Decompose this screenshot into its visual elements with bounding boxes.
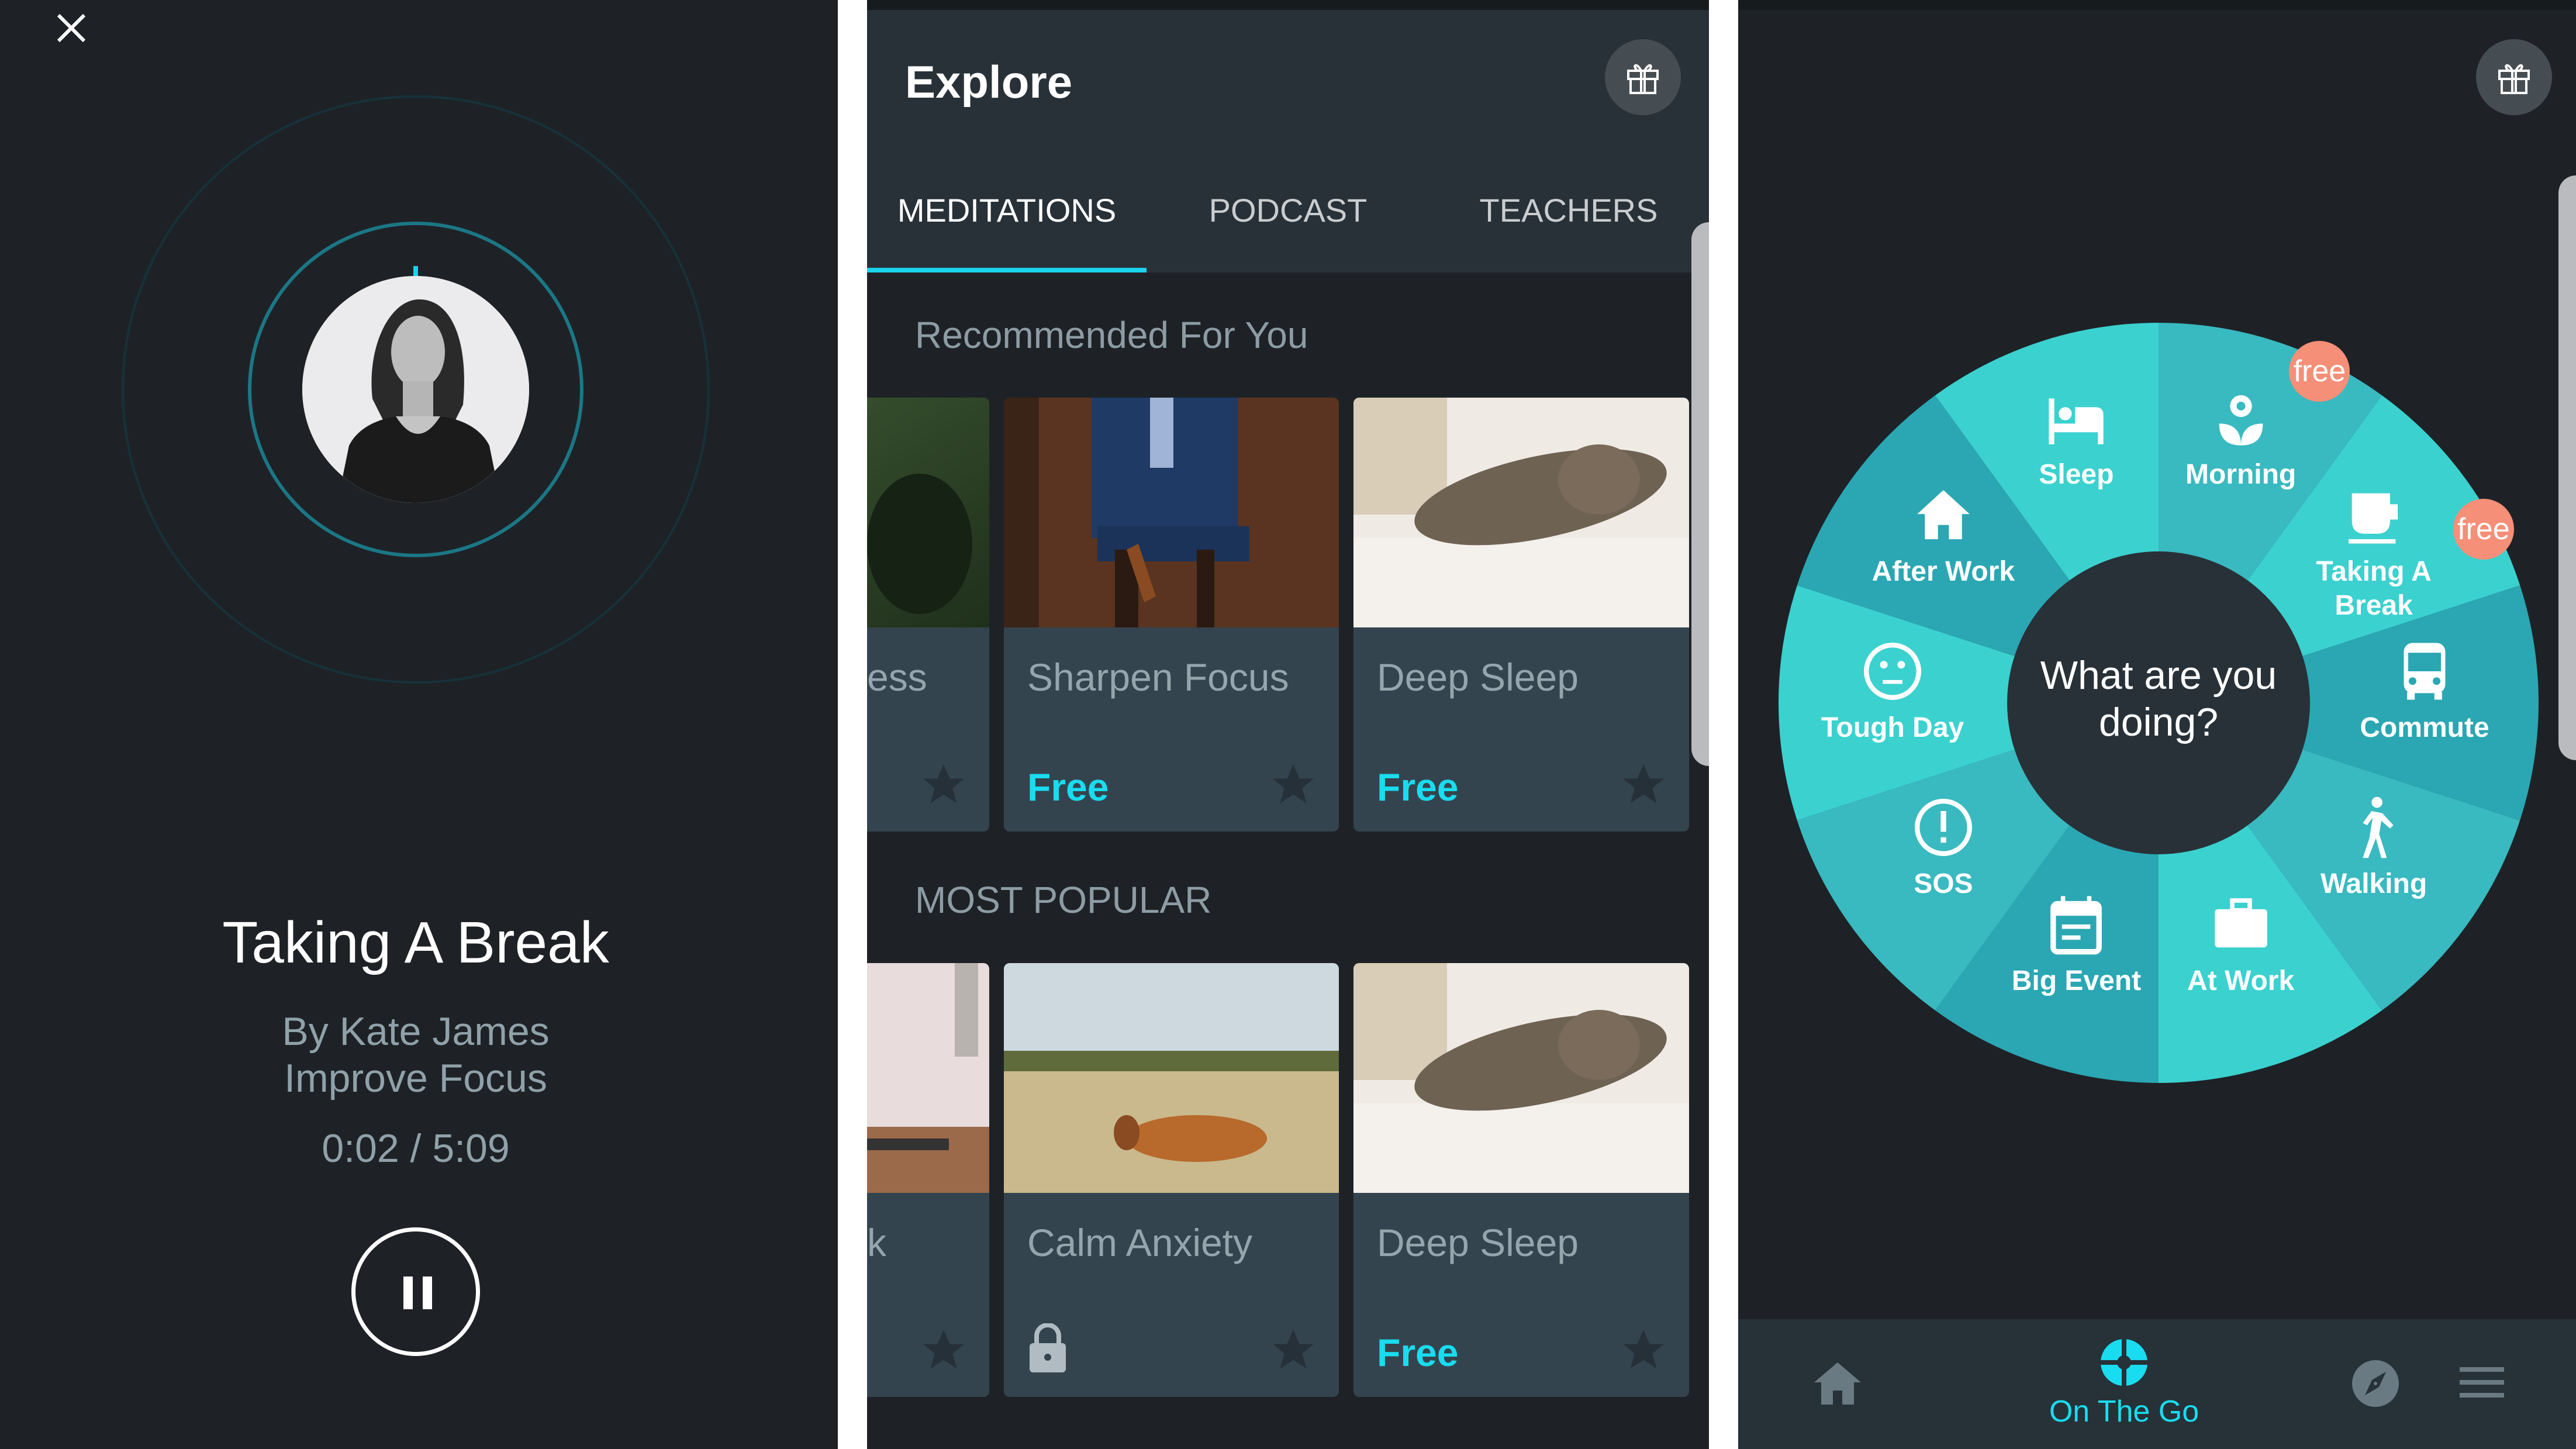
meditation-card[interactable]: k — [867, 963, 989, 1397]
section-title-most-popular: MOST POPULAR — [915, 879, 1212, 921]
walking-icon — [2363, 797, 2394, 858]
teacher-photo — [302, 276, 529, 503]
card-image-sleeping-cat — [1353, 963, 1689, 1193]
status-bar — [1738, 0, 2576, 10]
wheel-item-label: At Work — [2187, 965, 2295, 996]
wheel-item-commute[interactable]: Commute — [2331, 639, 2518, 745]
free-badge: free — [2453, 499, 2514, 560]
bottom-navigation: On The Go — [1738, 1319, 2576, 1449]
wheel-item-morning[interactable]: Morning — [2147, 385, 2335, 492]
free-badge: Free — [1377, 765, 1459, 809]
compass-icon — [2352, 1360, 2399, 1407]
star-icon[interactable] — [919, 1326, 968, 1375]
wheel-item-label: After Work — [1871, 556, 2015, 587]
nav-label-on-the-go: On The Go — [2049, 1395, 2199, 1429]
author-label: By Kate James — [282, 1009, 550, 1054]
coffee-cup-icon — [2349, 493, 2398, 544]
neutral-face-icon — [1864, 643, 1921, 700]
card-title: ess — [867, 656, 927, 699]
wheel-item-big-event[interactable]: Big Event — [1983, 892, 2170, 998]
explore-screen: Explore MEDITATIONS PODCAST TEACHERS Rec… — [867, 0, 1709, 1449]
category-label: Improve Focus — [284, 1056, 547, 1100]
active-tab-indicator — [867, 268, 1147, 272]
bus-icon — [2404, 643, 2446, 700]
wheel-center-question: What are you doing? — [2040, 653, 2277, 744]
player-screen: Taking A Break By Kate James Improve Foc… — [0, 0, 838, 1449]
wheel-item-label: Commute — [2360, 712, 2489, 743]
wheel-item-at-work[interactable]: At Work — [2147, 892, 2335, 998]
status-bar — [867, 0, 1709, 10]
wheel-item-label: Taking A Break — [2316, 556, 2432, 621]
explore-header: Explore MEDITATIONS PODCAST TEACHERS — [867, 10, 1709, 272]
meditation-card[interactable]: ess — [867, 398, 989, 832]
card-title: Calm Anxiety — [1027, 1221, 1253, 1264]
wheel-item-tough-day[interactable]: Tough Day — [1799, 639, 1986, 745]
teacher-avatar — [302, 276, 529, 503]
gift-icon — [2498, 64, 2530, 94]
meditation-card[interactable]: Deep Sleep Free — [1353, 398, 1689, 832]
panel-separator — [1709, 0, 1738, 1449]
page-title: Explore — [905, 56, 1073, 108]
star-icon[interactable] — [919, 760, 968, 809]
wheel-item-taking-a-break[interactable]: Taking A Break — [2280, 482, 2467, 623]
alert-icon — [1914, 799, 1972, 857]
free-badge: free — [2289, 341, 2350, 402]
gift-button[interactable] — [2476, 39, 2552, 115]
wheel-item-walking[interactable]: Walking — [2280, 795, 2467, 901]
home-icon — [1814, 1362, 1861, 1405]
card-image-deer-in-field — [1004, 963, 1339, 1193]
card-image-man-in-suit — [1004, 398, 1339, 627]
wheel-item-sos[interactable]: SOS — [1850, 795, 2037, 901]
star-icon[interactable] — [1269, 760, 1318, 809]
bed-icon — [2049, 398, 2104, 445]
nav-on-the-go[interactable]: On The Go — [2031, 1319, 2218, 1449]
calendar-icon — [2050, 896, 2102, 955]
free-badge: Free — [1027, 765, 1109, 809]
wheel-item-sleep[interactable]: Sleep — [1983, 385, 2170, 492]
panel-separator — [838, 0, 867, 1449]
tab-meditations[interactable]: MEDITATIONS — [897, 191, 1116, 229]
device-edge — [2558, 175, 2576, 760]
nav-home[interactable] — [1791, 1319, 1884, 1449]
lock-icon — [1030, 1323, 1066, 1372]
gift-button[interactable] — [1605, 39, 1681, 115]
briefcase-icon — [2214, 898, 2267, 947]
star-icon[interactable] — [1619, 1326, 1668, 1375]
tab-teachers[interactable]: TEACHERS — [1480, 191, 1658, 229]
device-edge — [1691, 222, 1709, 766]
meditation-title: Taking A Break — [222, 910, 609, 975]
star-icon[interactable] — [1619, 760, 1668, 809]
card-title: Deep Sleep — [1377, 656, 1579, 699]
playback-time: 0:02 / 5:09 — [322, 1126, 510, 1171]
wheel-item-label: Tough Day — [1821, 712, 1964, 743]
wheel-item-label: SOS — [1914, 868, 1973, 900]
home-icon — [1917, 489, 1970, 539]
nav-explore[interactable] — [2329, 1319, 2422, 1449]
close-icon[interactable] — [56, 13, 87, 43]
card-title: Deep Sleep — [1377, 1221, 1579, 1264]
star-icon[interactable] — [1269, 1326, 1318, 1375]
gift-icon — [1627, 64, 1659, 94]
meditation-card[interactable]: Deep Sleep Free — [1353, 963, 1689, 1397]
on-the-go-screen: Morning free Taking A Break free Commute Walk… — [1738, 0, 2576, 1449]
card-image-green-grass — [867, 398, 989, 627]
tab-podcast[interactable]: PODCAST — [1209, 191, 1368, 229]
wheel-item-label: Big Event — [2011, 965, 2142, 996]
meditation-card[interactable]: Sharpen Focus Free — [1004, 398, 1339, 832]
section-title-recommended: Recommended For You — [915, 314, 1308, 356]
card-image-kitchen-table — [867, 963, 989, 1193]
wheel-item-after-work[interactable]: After Work — [1850, 482, 2037, 589]
flower-icon — [2219, 395, 2263, 446]
menu-icon — [2460, 1367, 2504, 1398]
card-image-sleeping-cat — [1353, 398, 1689, 627]
card-title: Sharpen Focus — [1027, 656, 1289, 699]
nav-menu[interactable] — [2428, 1319, 2522, 1449]
wheel-item-label: Sleep — [2039, 459, 2114, 491]
pause-button[interactable] — [351, 1227, 480, 1356]
free-badge: Free — [1377, 1331, 1459, 1374]
card-title: k — [867, 1221, 886, 1264]
on-the-go-icon — [2100, 1338, 2149, 1387]
pause-icon — [403, 1276, 413, 1309]
meditation-card[interactable]: Calm Anxiety — [1004, 963, 1339, 1397]
